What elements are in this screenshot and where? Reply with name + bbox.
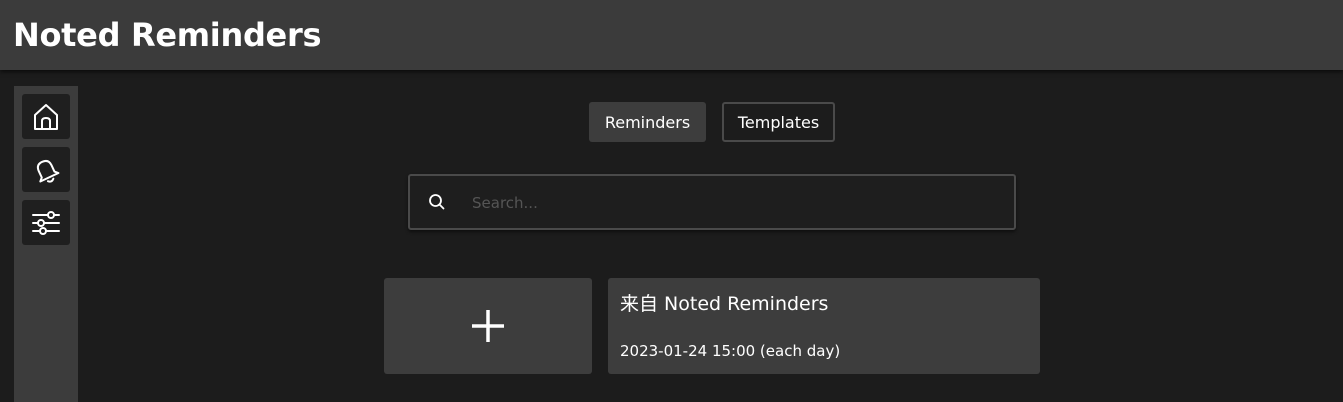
bell-icon (36, 159, 60, 183)
tab-templates[interactable]: Templates (722, 102, 835, 142)
sidebar-item-reminders[interactable] (22, 147, 70, 192)
sidebar-item-home[interactable] (22, 94, 70, 139)
search-box (408, 174, 1016, 230)
reminder-time: 2023-01-24 15:00 (each day) (620, 342, 841, 360)
search-icon (429, 194, 445, 210)
add-reminder-button[interactable] (384, 278, 592, 374)
app-header: Noted Reminders (0, 0, 1343, 70)
app-title: Noted Reminders (13, 16, 322, 54)
plus-icon (472, 310, 504, 342)
search-input[interactable] (472, 188, 992, 218)
sidebar-item-settings[interactable] (22, 200, 70, 245)
sliders-icon (32, 210, 60, 235)
home-icon (34, 103, 58, 130)
tab-reminders[interactable]: Reminders (589, 102, 706, 142)
sidebar (14, 86, 78, 402)
reminder-card[interactable]: 来自 Noted Reminders 2023-01-24 15:00 (eac… (608, 278, 1040, 374)
reminder-title: 来自 Noted Reminders (620, 293, 829, 315)
